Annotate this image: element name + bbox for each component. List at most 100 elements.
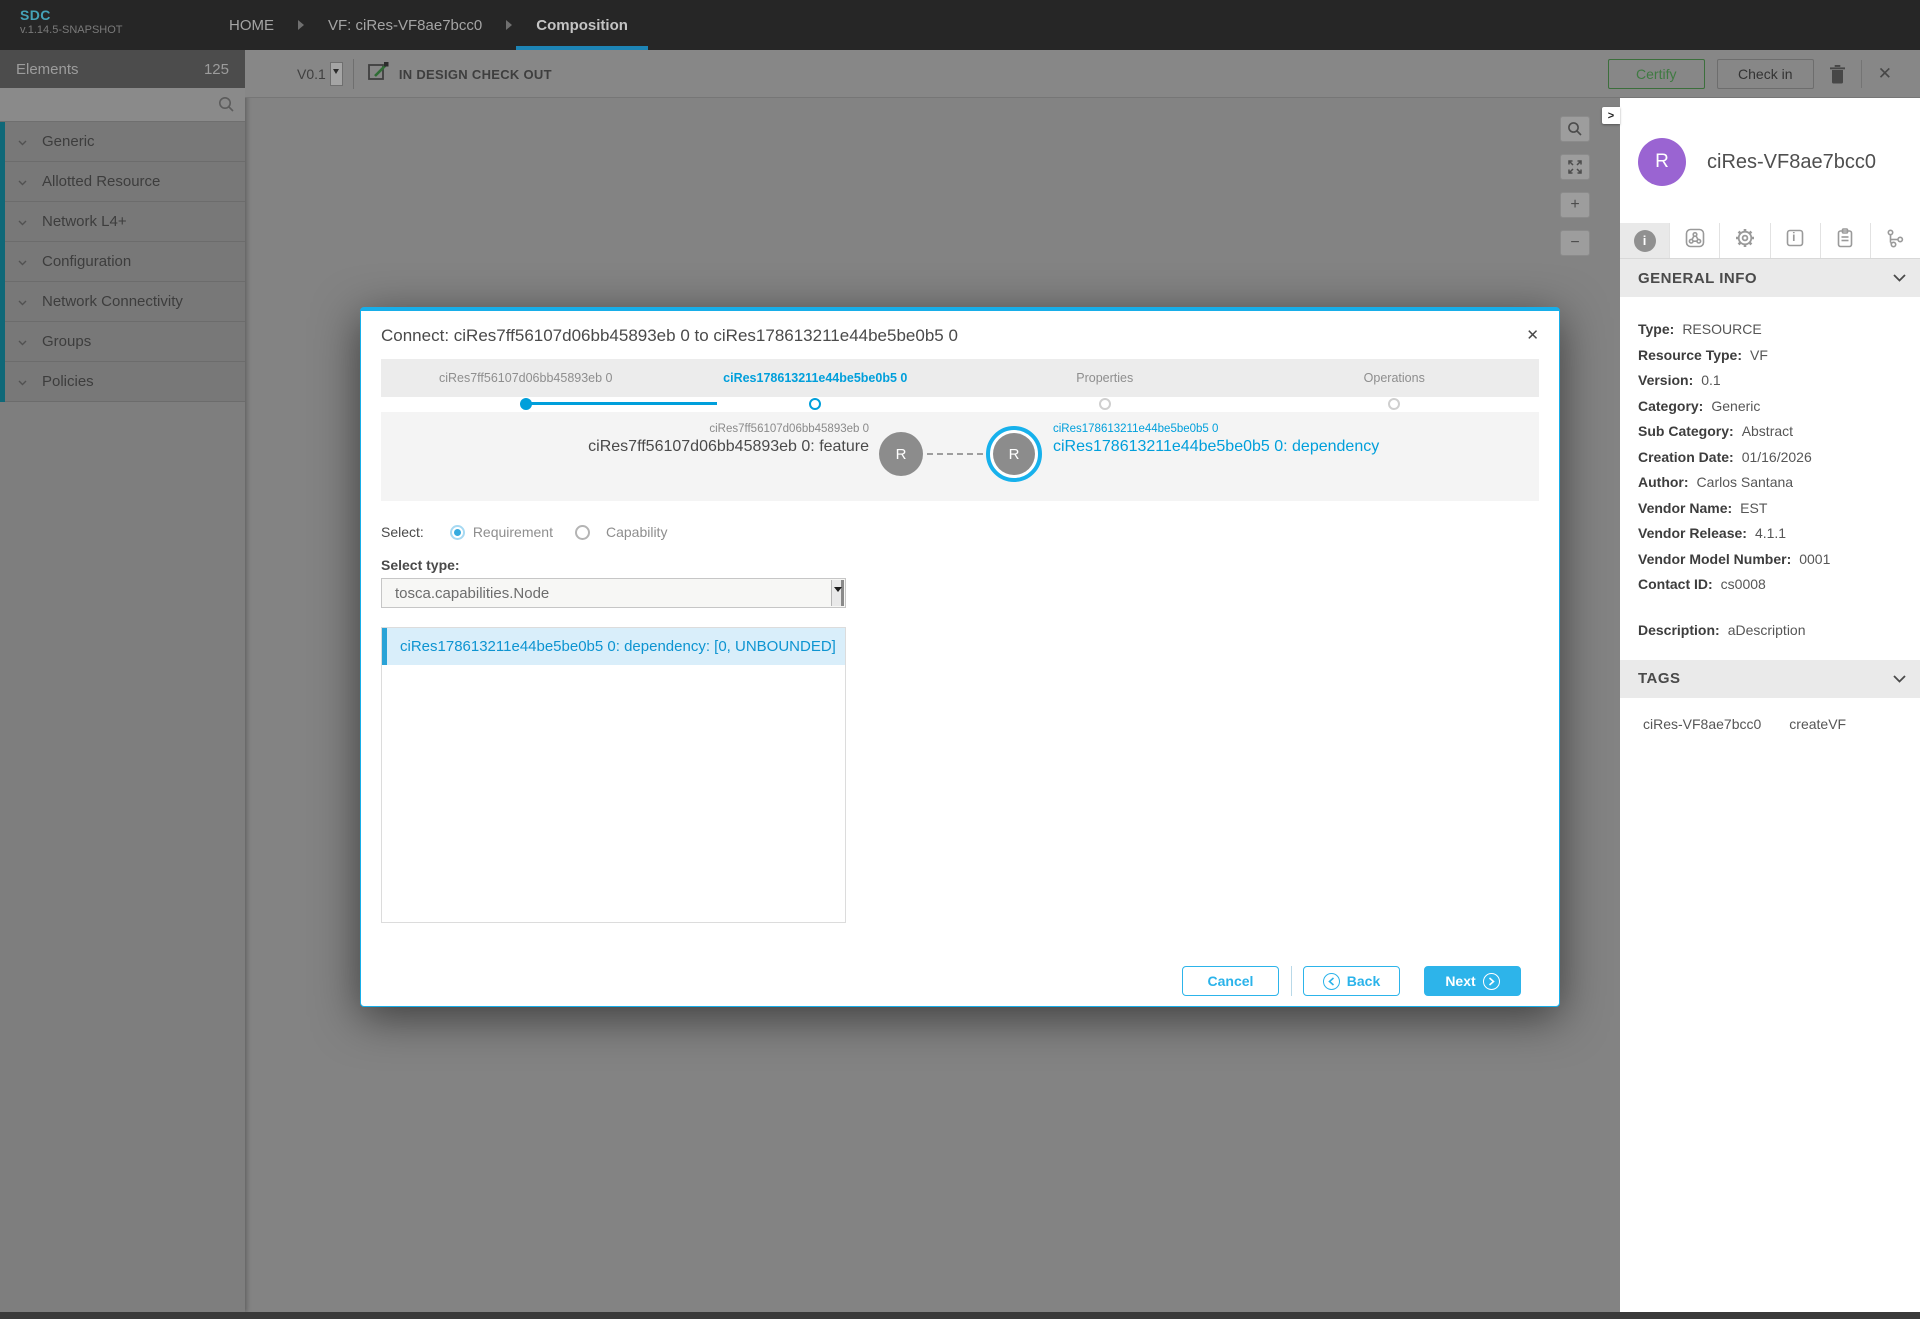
chevron-down-icon <box>18 373 27 391</box>
dropdown-arrow-icon[interactable] <box>831 580 844 606</box>
chevron-down-icon <box>1893 269 1906 287</box>
next-button[interactable]: Next <box>1424 966 1521 996</box>
check-in-button[interactable]: Check in <box>1717 59 1814 89</box>
target-instance-name: ciRes178613211e44be5be0b5 0 <box>1053 423 1379 435</box>
elements-header: Elements 125 <box>0 50 245 88</box>
sidebar-item-network-connectivity[interactable]: Network Connectivity <box>5 282 245 322</box>
tab-information-artifacts[interactable]: i <box>1771 223 1821 258</box>
source-instance-name: ciRes7ff56107d06bb45893eb 0 <box>588 423 869 435</box>
gear-icon <box>1733 226 1757 255</box>
panel-tab-bar: i i <box>1620 223 1920 259</box>
breadcrumb-vf[interactable]: VF: ciRes-VF8ae7bcc0 <box>304 0 506 50</box>
chevron-down-icon <box>18 293 27 311</box>
field-row: Category:Generic <box>1638 398 1902 414</box>
sidebar-item-allotted-resource[interactable]: Allotted Resource <box>5 162 245 202</box>
wizard-step-operations[interactable]: Operations <box>1250 359 1540 397</box>
tab-information[interactable]: i <box>1620 223 1670 258</box>
wizard-step-target[interactable]: ciRes178613211e44be5be0b5 0 <box>671 359 961 397</box>
sidebar-item-network-l4[interactable]: Network L4+ <box>5 202 245 242</box>
tab-composition[interactable]: Composition <box>512 0 652 50</box>
sidebar-item-groups[interactable]: Groups <box>5 322 245 362</box>
delete-trash-icon[interactable] <box>1826 62 1849 87</box>
resource-details-panel: > R ciRes-VF8ae7bcc0 i i <box>1620 98 1920 1312</box>
connect-dialog: Connect: ciRes7ff56107d06bb45893eb 0 to … <box>360 307 1560 1007</box>
source-node-badge[interactable]: R <box>879 432 923 476</box>
next-button-label: Next <box>1445 973 1475 989</box>
tab-composition-structure[interactable] <box>1670 223 1720 258</box>
dialog-close-icon[interactable]: ✕ <box>1526 326 1539 344</box>
source-requirement-name: ciRes7ff56107d06bb45893eb 0: feature <box>588 438 869 456</box>
field-row: Vendor Model Number:0001 <box>1638 551 1902 567</box>
close-composition-icon[interactable]: ✕ <box>1874 64 1896 84</box>
tags-section-header[interactable]: TAGS <box>1620 660 1920 698</box>
elements-search <box>0 88 245 122</box>
target-node-badge: R <box>993 433 1035 475</box>
breadcrumb-home[interactable]: HOME <box>205 0 298 50</box>
wizard-step-source[interactable]: ciRes7ff56107d06bb45893eb 0 <box>381 359 671 397</box>
connection-dashed-line <box>927 453 983 455</box>
description-row: Description:aDescription <box>1620 602 1920 660</box>
certify-button[interactable]: Certify <box>1608 59 1705 89</box>
tags-title: TAGS <box>1638 670 1681 687</box>
field-row: Version:0.1 <box>1638 372 1902 388</box>
composition-toolbar: V0.1 IN DESIGN CHECK OUT Certify Check i… <box>245 50 1920 98</box>
version-label: V0.1 <box>297 66 326 82</box>
chevron-down-icon <box>18 333 27 351</box>
canvas-search-icon[interactable] <box>1560 116 1590 142</box>
tab-requirements-capabilities[interactable] <box>1871 223 1920 258</box>
wizard-step-properties[interactable]: Properties <box>960 359 1250 397</box>
chevron-down-icon <box>18 253 27 271</box>
type-select-dropdown[interactable]: tosca.capabilities.Node <box>381 578 846 608</box>
general-info-section-header[interactable]: GENERAL INFO <box>1620 259 1920 297</box>
target-node-selected[interactable]: R <box>986 426 1042 482</box>
composition-icon <box>1684 227 1706 254</box>
zoom-in-button[interactable]: + <box>1560 192 1590 218</box>
wizard-dot-todo <box>1388 398 1400 410</box>
breadcrumb: HOME VF: ciRes-VF8ae7bcc0 Composition <box>205 0 652 50</box>
wizard-dot-todo <box>1099 398 1111 410</box>
requirement-radio-label: Requirement <box>473 524 553 540</box>
elements-search-input[interactable] <box>0 88 245 121</box>
tab-deployment-artifacts[interactable] <box>1821 223 1871 258</box>
tab-properties[interactable] <box>1720 223 1770 258</box>
field-row: Author:Carlos Santana <box>1638 474 1902 490</box>
field-row: Vendor Release:4.1.1 <box>1638 525 1902 541</box>
sidebar-item-label: Groups <box>42 333 91 350</box>
general-info-title: GENERAL INFO <box>1638 270 1757 287</box>
cancel-button[interactable]: Cancel <box>1182 966 1279 996</box>
field-row: Creation Date:01/16/2026 <box>1638 449 1902 465</box>
chevron-right-circle-icon <box>1483 973 1500 990</box>
element-category-list: Generic Allotted Resource Network L4+ Co… <box>0 122 245 402</box>
type-select-value: tosca.capabilities.Node <box>382 585 549 602</box>
zoom-out-button[interactable]: − <box>1560 230 1590 256</box>
wizard-steps: ciRes7ff56107d06bb45893eb 0 ciRes1786132… <box>381 359 1539 397</box>
toolbar-divider <box>1861 60 1862 88</box>
back-button[interactable]: Back <box>1303 966 1400 996</box>
sidebar-item-label: Network L4+ <box>42 213 127 230</box>
select-row: Select: Requirement Capability <box>381 524 1539 540</box>
logo-version: v.1.14.5-SNAPSHOT <box>20 24 123 36</box>
version-stepper[interactable] <box>330 62 343 86</box>
field-row: Sub Category:Abstract <box>1638 423 1902 439</box>
panel-collapse-toggle[interactable]: > <box>1602 107 1620 124</box>
capability-radio[interactable] <box>575 525 590 540</box>
footer-divider <box>1291 966 1292 996</box>
search-icon <box>218 96 235 118</box>
chevron-left-circle-icon <box>1323 973 1340 990</box>
panel-header: R ciRes-VF8ae7bcc0 <box>1620 98 1920 223</box>
requirement-list-item-selected[interactable]: ciRes178613211e44be5be0b5 0: dependency:… <box>382 628 845 665</box>
elements-count: 125 <box>204 61 229 78</box>
info-square-icon: i <box>1784 227 1806 254</box>
sidebar-item-configuration[interactable]: Configuration <box>5 242 245 282</box>
sidebar-item-label: Allotted Resource <box>42 173 160 190</box>
requirement-radio[interactable] <box>450 525 465 540</box>
fit-to-screen-icon[interactable] <box>1560 154 1590 180</box>
chevron-down-icon <box>18 213 27 231</box>
elements-title: Elements <box>16 61 79 78</box>
info-icon: i <box>1634 230 1656 252</box>
general-info-fields: Type:RESOURCE Resource Type:VF Version:0… <box>1620 297 1920 592</box>
sidebar-item-generic[interactable]: Generic <box>5 122 245 162</box>
chevron-down-icon <box>18 173 27 191</box>
sidebar-item-policies[interactable]: Policies <box>5 362 245 402</box>
app-footer-bar <box>0 1312 1920 1319</box>
